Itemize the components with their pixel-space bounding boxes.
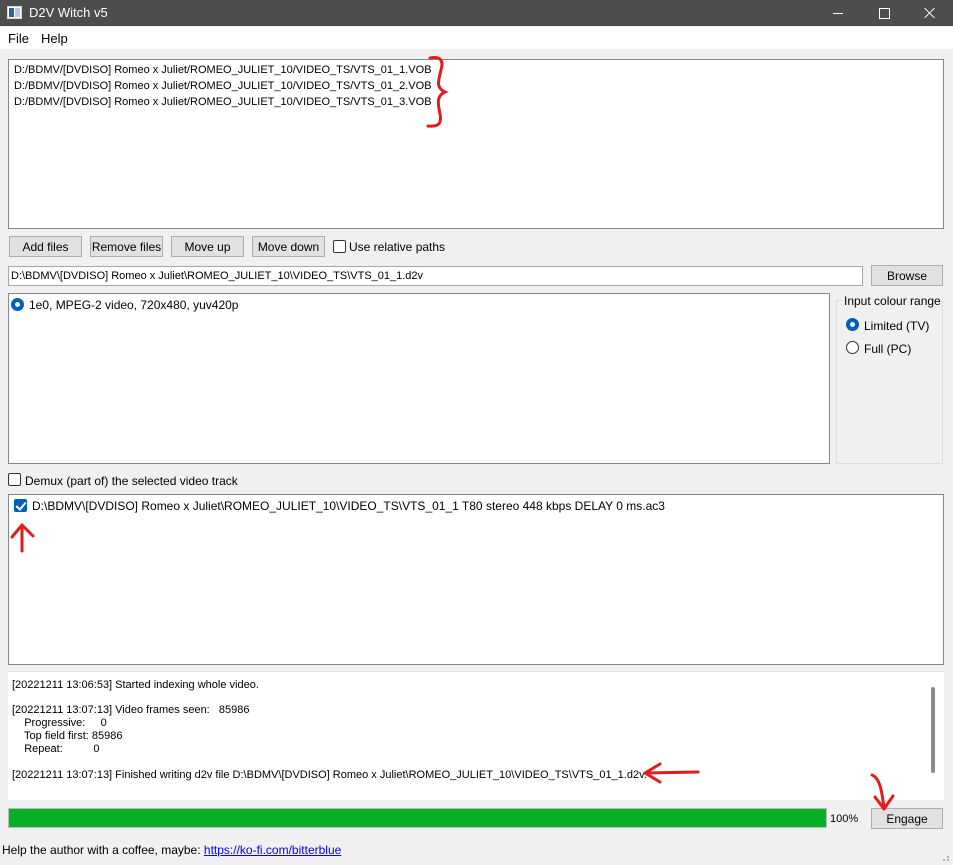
annotation-arrow-up-icon	[10, 523, 35, 553]
annotation-arrow-left-icon	[643, 762, 700, 784]
red-annotations	[10, 56, 895, 811]
annotation-arrow-down-icon	[870, 773, 895, 811]
annotation-brace-icon	[426, 56, 449, 128]
